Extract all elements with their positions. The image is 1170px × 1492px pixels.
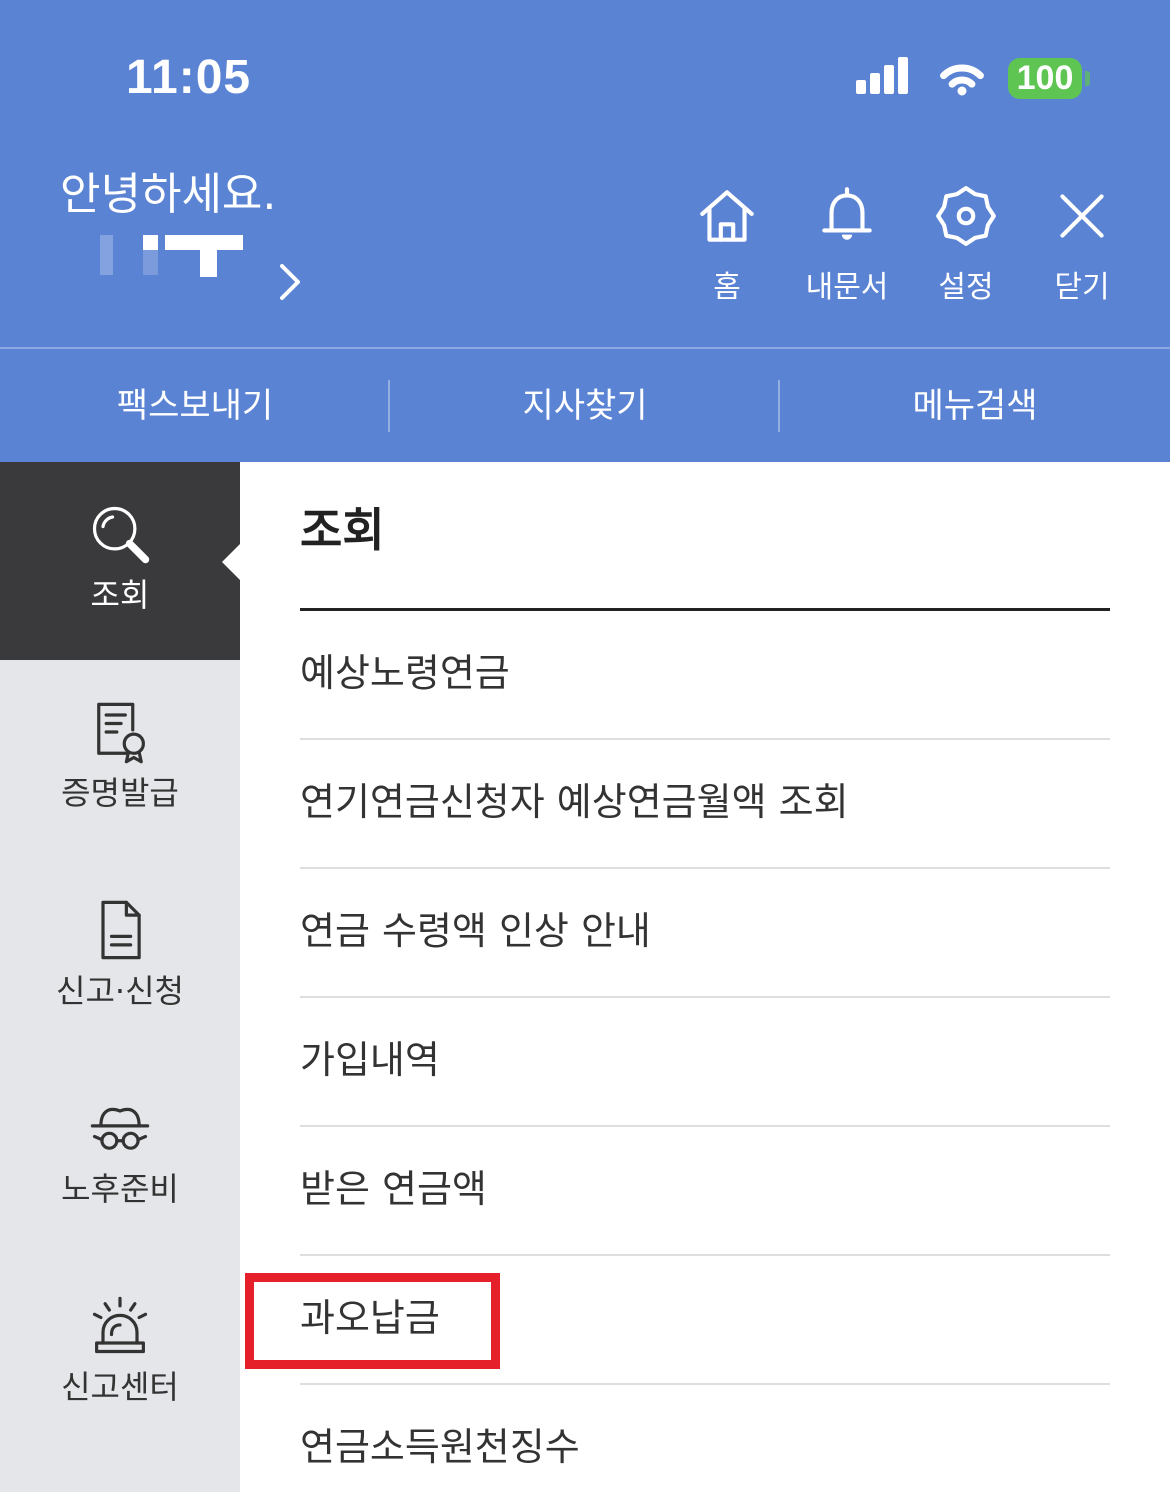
sidebar-item-label: 신고센터 xyxy=(61,1368,179,1406)
document-icon xyxy=(101,900,141,960)
menu-item[interactable]: 과오납금 xyxy=(300,1256,1110,1385)
my-documents-button[interactable]: 내문서 xyxy=(792,183,902,308)
quick-action-separator xyxy=(388,380,390,432)
masked-user-name xyxy=(100,235,243,277)
home-label: 홈 xyxy=(713,270,741,305)
menu-content: 조회 예상노령연금 연기연금신청자 예상연금월액 조회 연금 수령액 인상 안내… xyxy=(240,462,1170,1492)
sidebar-item-report-center[interactable]: 신고센터 xyxy=(0,1254,240,1452)
user-profile-link[interactable] xyxy=(95,228,310,306)
menu-list: 예상노령연금 연기연금신청자 예상연금월액 조회 연금 수령액 인상 안내 가입… xyxy=(300,611,1110,1492)
send-fax-button[interactable]: 팩스보내기 xyxy=(0,349,390,462)
settings-button[interactable]: 설정 xyxy=(911,183,1021,308)
home-button[interactable]: 홈 xyxy=(672,183,782,308)
sidebar-item-label: 조회 xyxy=(90,576,150,614)
siren-icon xyxy=(92,1296,148,1354)
quick-action-bar: 팩스보내기 지사찾기 메뉴검색 xyxy=(0,349,1170,462)
menu-item[interactable]: 가입내역 xyxy=(300,998,1110,1127)
search-icon xyxy=(92,506,150,564)
bell-icon xyxy=(822,187,872,240)
menu-item[interactable]: 연기연금신청자 예상연금월액 조회 xyxy=(300,740,1110,869)
status-time: 11:05 xyxy=(126,51,252,104)
section-title: 조회 xyxy=(300,503,385,557)
sidebar-item-report-apply[interactable]: 신고·신청 xyxy=(0,858,240,1056)
my-documents-label: 내문서 xyxy=(805,270,889,305)
sidebar-item-label: 증명발급 xyxy=(61,774,179,812)
quick-action-separator xyxy=(778,380,780,432)
status-icons xyxy=(856,57,984,96)
close-label: 닫기 xyxy=(1054,270,1110,305)
chevron-right-icon xyxy=(280,264,300,300)
certificate-icon xyxy=(97,702,145,764)
wifi-icon xyxy=(940,64,984,96)
close-button[interactable]: 닫기 xyxy=(1027,183,1137,308)
category-sidebar: 조회 증명발급 신고·신청 노후준비 신고센터 xyxy=(0,462,240,1492)
menu-item[interactable]: 예상노령연금 xyxy=(300,611,1110,740)
menu-item[interactable]: 연금소득원천징수 xyxy=(300,1385,1110,1492)
greeting-text: 안녕하세요. xyxy=(60,169,277,220)
sidebar-item-certificate[interactable]: 증명발급 xyxy=(0,660,240,858)
settings-label: 설정 xyxy=(938,270,994,305)
menu-item[interactable]: 연금 수령액 인상 안내 xyxy=(300,869,1110,998)
menu-item[interactable]: 받은 연금액 xyxy=(300,1127,1110,1256)
gear-icon xyxy=(936,186,996,246)
hat-glasses-icon xyxy=(90,1107,150,1150)
find-branch-button[interactable]: 지사찾기 xyxy=(390,349,780,462)
close-icon xyxy=(1060,194,1104,238)
signal-icon xyxy=(856,57,908,94)
menu-screen: 11:05 100 안녕하세요. 홈 내문서 설정 닫기 팩스보내기 지사찾기 … xyxy=(0,0,1170,1492)
menu-header: 11:05 100 안녕하세요. 홈 내문서 설정 닫기 팩스보내기 지사찾기 … xyxy=(0,0,1170,462)
sidebar-item-retirement[interactable]: 노후준비 xyxy=(0,1056,240,1254)
battery-nub xyxy=(1085,71,1090,86)
sidebar-item-label: 신고·신청 xyxy=(56,972,184,1010)
sidebar-item-label: 노후준비 xyxy=(61,1170,179,1208)
battery-icon: 100 xyxy=(1008,58,1082,99)
home-icon xyxy=(700,190,754,242)
menu-search-button[interactable]: 메뉴검색 xyxy=(780,349,1170,462)
sidebar-item-inquiry[interactable]: 조회 xyxy=(0,462,240,660)
